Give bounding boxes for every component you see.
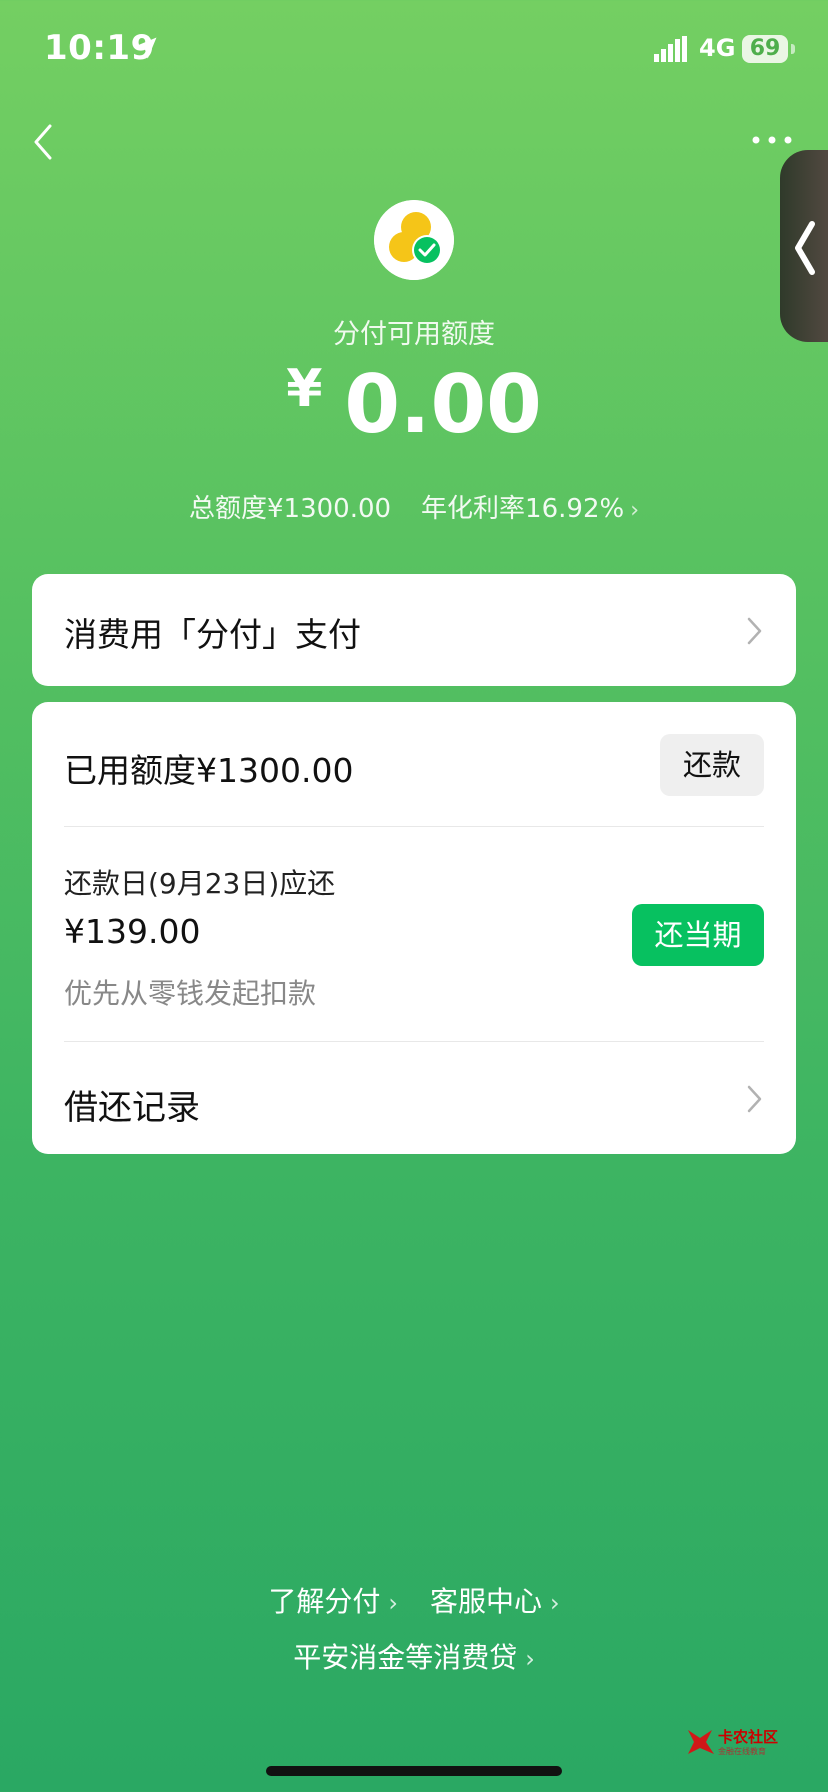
location-arrow-icon (135, 37, 157, 59)
chevron-right-icon: › (630, 498, 639, 523)
battery-level: 69 (742, 35, 788, 63)
customer-service-label: 客服中心 (430, 1585, 543, 1618)
total-limit: 总额度¥1300.00 (188, 494, 392, 524)
learn-fenfu-label: 了解分付 (268, 1585, 381, 1618)
fenfu-logo-icon (374, 200, 454, 280)
due-amount: ¥139.00 (64, 912, 201, 951)
customer-service-link[interactable]: 客服中心 › (430, 1585, 560, 1618)
learn-fenfu-link[interactable]: 了解分付 › (268, 1585, 398, 1618)
chevron-right-icon: › (550, 1589, 560, 1617)
usage-card: 已用额度¥1300.00 还款 还款日(9月23日)应还 ¥139.00 优先从… (32, 702, 796, 1154)
pay-with-fenfu-label: 消费用「分付」支付 (64, 615, 361, 654)
annual-rate[interactable]: 年化利率16.92% (421, 494, 624, 524)
watermark-subtext: 金融在线教育 (718, 1747, 766, 1756)
records-label: 借还记录 (64, 1088, 200, 1128)
chevron-left-icon (795, 221, 815, 275)
deduction-note: 优先从零钱发起扣款 (64, 977, 317, 1010)
chevron-right-icon: › (388, 1589, 398, 1617)
currency-symbol: ¥ (286, 359, 323, 419)
consumer-loans-link[interactable]: 平安消金等消费贷 › (0, 1636, 828, 1676)
footer-links: 了解分付 › 客服中心 › (0, 1580, 828, 1620)
signal-icon (654, 36, 687, 62)
credit-meta[interactable]: 总额度¥1300.00 年化利率16.92% › (0, 488, 828, 525)
chevron-right-icon (747, 617, 762, 645)
chevron-left-icon[interactable] (26, 118, 62, 166)
available-credit-label: 分付可用额度 (333, 319, 495, 350)
available-amount: ¥0.00 (0, 358, 828, 451)
home-indicator[interactable] (266, 1766, 562, 1776)
chevron-right-icon: › (525, 1645, 535, 1673)
status-bar: 10:19 4G 69 (0, 0, 828, 100)
chevron-right-icon (747, 1085, 762, 1113)
available-amount-value: 0.00 (344, 358, 542, 451)
pay-with-fenfu-card[interactable]: 消费用「分付」支付 (32, 574, 796, 686)
due-date-label: 还款日(9月23日)应还 (64, 867, 336, 900)
pay-current-period-button[interactable]: 还当期 (632, 904, 764, 966)
records-row[interactable]: 借还记录 (32, 1042, 796, 1154)
divider (64, 826, 764, 827)
more-dots-icon[interactable] (748, 128, 796, 152)
consumer-loans-label: 平安消金等消费贷 (293, 1641, 518, 1674)
watermark-text: 卡农社区 (718, 1728, 779, 1746)
used-credit: 已用额度¥1300.00 (64, 751, 354, 790)
repay-button[interactable]: 还款 (660, 734, 764, 796)
network-type: 4G (699, 34, 736, 62)
battery-tip (791, 44, 795, 54)
